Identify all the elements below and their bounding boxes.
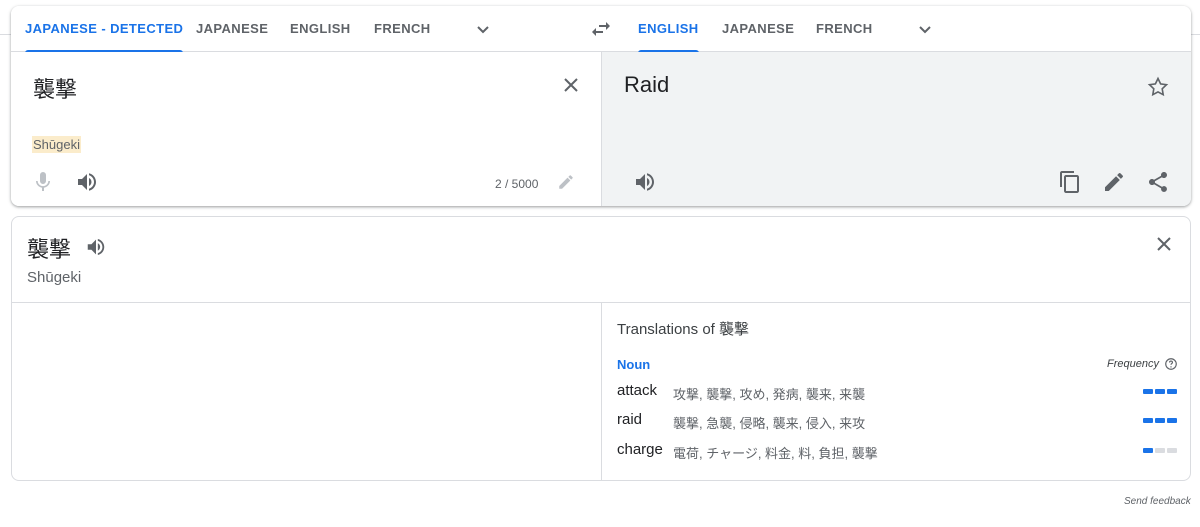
translation-output: Raid	[624, 72, 670, 97]
source-input[interactable]: 襲撃	[33, 72, 77, 104]
dictionary-panel: 襲撃 Shūgeki Translations of 襲撃 Noun Frequ…	[11, 216, 1191, 481]
translations-title: Translations of 襲撃	[617, 321, 749, 338]
dictionary-word: 襲撃	[27, 237, 72, 262]
tab-target-french[interactable]: FRENCH	[816, 6, 873, 52]
copy-icon[interactable]	[1058, 170, 1082, 194]
source-pane[interactable]: 襲撃 Shūgeki 2 / 5000	[11, 52, 601, 206]
tab-source-french[interactable]: FRENCH	[374, 6, 431, 52]
swap-languages-icon[interactable]	[589, 17, 613, 41]
translation-row: attack 攻撃, 襲撃, 攻め, 発病, 襲来, 来襲	[617, 382, 1177, 404]
tab-source-english[interactable]: ENGLISH	[290, 6, 351, 52]
frequency-bar	[1167, 418, 1177, 423]
send-feedback-link[interactable]: Send feedback	[1124, 496, 1191, 507]
frequency-bar	[1167, 448, 1177, 453]
help-icon[interactable]	[1164, 357, 1178, 371]
frequency-bar	[1167, 389, 1177, 394]
reverse-translations[interactable]: 襲撃, 急襲, 侵略, 襲来, 侵入, 来攻	[673, 413, 865, 432]
frequency-meter	[1143, 448, 1177, 454]
chevron-down-icon[interactable]	[913, 17, 937, 41]
reverse-translations[interactable]: 電荷, チャージ, 料金, 料, 負担, 襲撃	[673, 443, 878, 462]
frequency-bar	[1143, 448, 1153, 453]
translation-row: raid 襲撃, 急襲, 侵略, 襲来, 侵入, 来攻	[617, 411, 1177, 433]
frequency-bar	[1143, 389, 1153, 394]
edit-pencil-icon[interactable]	[1102, 170, 1126, 194]
edit-pencil-icon[interactable]	[557, 173, 575, 191]
character-counter: 2 / 5000	[495, 177, 539, 191]
clear-icon[interactable]	[559, 73, 583, 97]
speaker-icon[interactable]	[85, 236, 107, 258]
share-icon[interactable]	[1146, 170, 1170, 194]
dictionary-transliteration: Shūgeki	[27, 269, 82, 286]
tab-source-japanese[interactable]: JAPANESE	[196, 6, 268, 52]
source-transliteration: Shūgeki	[32, 136, 81, 153]
tab-target-japanese[interactable]: JAPANESE	[722, 6, 794, 52]
translation-row: charge 電荷, チャージ, 料金, 料, 負担, 襲撃	[617, 441, 1177, 463]
translation-term[interactable]: attack	[617, 382, 657, 399]
target-pane: Raid	[601, 52, 1191, 206]
frequency-meter	[1143, 389, 1177, 395]
frequency-bar	[1155, 418, 1165, 423]
reverse-translations[interactable]: 攻撃, 襲撃, 攻め, 発病, 襲来, 来襲	[673, 384, 865, 403]
frequency-meter	[1143, 418, 1177, 424]
chevron-down-icon[interactable]	[471, 17, 495, 41]
part-of-speech: Noun	[617, 357, 651, 372]
frequency-bar	[1155, 448, 1165, 453]
tab-source-detected[interactable]: JAPANESE - DETECTED	[25, 6, 184, 53]
microphone-icon[interactable]	[31, 170, 55, 194]
star-icon[interactable]	[1146, 75, 1170, 99]
close-icon[interactable]	[1152, 232, 1176, 256]
translation-term[interactable]: charge	[617, 441, 663, 458]
speaker-icon[interactable]	[633, 170, 657, 194]
frequency-bar	[1143, 418, 1153, 423]
translation-term[interactable]: raid	[617, 411, 642, 428]
language-bar: JAPANESE - DETECTED JAPANESE ENGLISH FRE…	[11, 6, 1191, 53]
frequency-bar	[1155, 389, 1165, 394]
tab-target-english[interactable]: ENGLISH	[638, 6, 699, 53]
translator-card: JAPANESE - DETECTED JAPANESE ENGLISH FRE…	[11, 6, 1191, 206]
speaker-icon[interactable]	[75, 170, 99, 194]
frequency-label: Frequency	[1107, 357, 1178, 371]
dictionary-column-divider	[601, 302, 602, 480]
